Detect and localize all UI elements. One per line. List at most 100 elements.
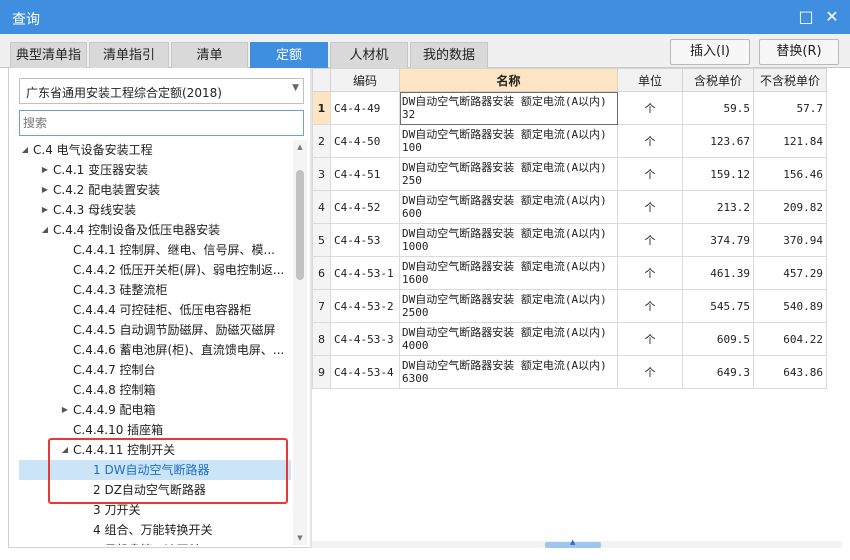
row-number[interactable]: 1 bbox=[312, 91, 331, 125]
name-cell[interactable]: DW自动空气断路器安装 额定电流(A以内) 250 bbox=[399, 157, 618, 191]
price-without-tax-cell[interactable]: 156.46 bbox=[753, 157, 827, 191]
tree-item[interactable]: C.4.4.2 低压开关柜(屏)、弱电控制返... bbox=[19, 260, 291, 280]
unit-cell[interactable]: 个 bbox=[617, 190, 683, 224]
table-row[interactable]: 8 C4-4-53-3 DW自动空气断路器安装 额定电流(A以内) 4000 个 609… bbox=[312, 322, 827, 356]
row-number[interactable]: 3 bbox=[312, 157, 331, 191]
row-number[interactable]: 7 bbox=[312, 289, 331, 323]
close-icon[interactable]: ✕ bbox=[822, 7, 842, 27]
table-row[interactable]: 3 C4-4-51 DW自动空气断路器安装 额定电流(A以内) 250 个 159.12… bbox=[312, 157, 827, 191]
scroll-down-icon[interactable]: ▼ bbox=[293, 531, 307, 545]
tab-my-data[interactable]: 我的数据 bbox=[410, 42, 488, 68]
table-row[interactable]: 1 C4-4-49 DW自动空气断路器安装 额定电流(A以内) 32 个 59.5 57.… bbox=[312, 91, 827, 125]
price-with-tax-cell[interactable]: 159.12 bbox=[682, 157, 754, 191]
tree-item[interactable]: ▶ C.4.1 变压器安装 bbox=[19, 160, 291, 180]
tab-list[interactable]: 清单 bbox=[171, 42, 248, 68]
table-row[interactable]: 5 C4-4-53 DW自动空气断路器安装 额定电流(A以内) 1000 个 374.7… bbox=[312, 223, 827, 257]
price-without-tax-cell[interactable]: 604.22 bbox=[753, 322, 827, 356]
tab-list-guide[interactable]: 清单指引 bbox=[89, 42, 169, 68]
row-number[interactable]: 5 bbox=[312, 223, 331, 257]
tree-item[interactable]: C.4.4.1 控制屏、继电、信号屏、模... bbox=[19, 240, 291, 260]
scrollbar-thumb[interactable] bbox=[296, 170, 304, 280]
code-cell[interactable]: C4-4-53-2 bbox=[330, 289, 400, 323]
tab-typical-list-guide[interactable]: 典型清单指引 bbox=[10, 42, 87, 88]
name-cell[interactable]: DW自动空气断路器安装 额定电流(A以内) 2500 bbox=[399, 289, 618, 323]
name-cell[interactable]: DW自动空气断路器安装 额定电流(A以内) 600 bbox=[399, 190, 618, 224]
tree-collapsed-icon[interactable]: ▶ bbox=[39, 160, 51, 180]
price-without-tax-cell[interactable]: 540.89 bbox=[753, 289, 827, 323]
tree-item[interactable]: C.4.4.8 控制箱 bbox=[19, 380, 291, 400]
scroll-up-icon[interactable]: ▲ bbox=[293, 140, 307, 154]
maximize-icon[interactable]: □ bbox=[796, 7, 816, 27]
price-without-tax-cell[interactable]: 643.86 bbox=[753, 355, 827, 389]
code-cell[interactable]: C4-4-49 bbox=[330, 91, 400, 125]
price-with-tax-cell[interactable]: 123.67 bbox=[682, 124, 754, 158]
name-cell[interactable]: DW自动空气断路器安装 额定电流(A以内) 32 bbox=[399, 91, 618, 125]
unit-cell[interactable]: 个 bbox=[617, 91, 683, 125]
tree-item[interactable]: C.4.4.3 硅整流柜 bbox=[19, 280, 291, 300]
replace-button[interactable]: 替换(R) bbox=[759, 39, 839, 65]
column-header-unit[interactable]: 单位 bbox=[617, 68, 683, 92]
tree-item[interactable]: ◢ C.4.4 控制设备及低压电器安装 bbox=[19, 220, 291, 240]
tree-scrollbar[interactable]: ▲ ▼ bbox=[293, 140, 307, 545]
unit-cell[interactable]: 个 bbox=[617, 256, 683, 290]
price-with-tax-cell[interactable]: 213.2 bbox=[682, 190, 754, 224]
table-row[interactable]: 9 C4-4-53-4 DW自动空气断路器安装 额定电流(A以内) 6300 个 649… bbox=[312, 355, 827, 389]
tree-expanded-icon[interactable]: ◢ bbox=[19, 140, 31, 160]
price-with-tax-cell[interactable]: 649.3 bbox=[682, 355, 754, 389]
name-cell[interactable]: DW自动空气断路器安装 额定电流(A以内) 6300 bbox=[399, 355, 618, 389]
price-with-tax-cell[interactable]: 609.5 bbox=[682, 322, 754, 356]
row-number[interactable]: 8 bbox=[312, 322, 331, 356]
search-input[interactable] bbox=[19, 110, 304, 136]
unit-cell[interactable]: 个 bbox=[617, 157, 683, 191]
price-with-tax-cell[interactable]: 461.39 bbox=[682, 256, 754, 290]
tree-item[interactable]: C.4.4.10 插座箱 bbox=[19, 420, 291, 440]
tree-expanded-icon[interactable]: ◢ bbox=[39, 220, 51, 240]
library-select[interactable]: 广东省通用安装工程综合定额(2018) ▼ bbox=[19, 78, 304, 104]
tree-item[interactable]: ▶ C.4.3 母线安装 bbox=[19, 200, 291, 220]
name-cell[interactable]: DW自动空气断路器安装 额定电流(A以内) 1000 bbox=[399, 223, 618, 257]
tree-item[interactable]: C.4.4.7 控制台 bbox=[19, 360, 291, 380]
tree-collapsed-icon[interactable]: ▶ bbox=[39, 200, 51, 220]
tree-item[interactable]: 4 组合、万能转换开关 bbox=[19, 520, 291, 540]
price-without-tax-cell[interactable]: 457.29 bbox=[753, 256, 827, 290]
tree-item[interactable]: ▶ C.4.2 配电装置安装 bbox=[19, 180, 291, 200]
tree-item[interactable]: ▶ C.4.4.9 配电箱 bbox=[19, 400, 291, 420]
code-cell[interactable]: C4-4-50 bbox=[330, 124, 400, 158]
insert-button[interactable]: 插入(I) bbox=[670, 39, 750, 65]
unit-cell[interactable]: 个 bbox=[617, 124, 683, 158]
table-row[interactable]: 4 C4-4-52 DW自动空气断路器安装 额定电流(A以内) 600 个 213.2 2… bbox=[312, 190, 827, 224]
unit-cell[interactable]: 个 bbox=[617, 223, 683, 257]
column-header-name[interactable]: 名称 bbox=[399, 68, 618, 92]
price-without-tax-cell[interactable]: 370.94 bbox=[753, 223, 827, 257]
column-header-code[interactable]: 编码 bbox=[330, 68, 400, 92]
price-without-tax-cell[interactable]: 209.82 bbox=[753, 190, 827, 224]
price-with-tax-cell[interactable]: 374.79 bbox=[682, 223, 754, 257]
column-header-price-with-tax[interactable]: 含税单价 bbox=[682, 68, 754, 92]
table-row[interactable]: 2 C4-4-50 DW自动空气断路器安装 额定电流(A以内) 100 个 123.67… bbox=[312, 124, 827, 158]
name-cell[interactable]: DW自动空气断路器安装 额定电流(A以内) 4000 bbox=[399, 322, 618, 356]
row-number[interactable]: 6 bbox=[312, 256, 331, 290]
name-cell[interactable]: DW自动空气断路器安装 额定电流(A以内) 100 bbox=[399, 124, 618, 158]
table-row[interactable]: 6 C4-4-53-1 DW自动空气断路器安装 额定电流(A以内) 1600 个 461… bbox=[312, 256, 827, 290]
table-row[interactable]: 7 C4-4-53-2 DW自动空气断路器安装 额定电流(A以内) 2500 个 545… bbox=[312, 289, 827, 323]
tree-collapsed-icon[interactable]: ▶ bbox=[39, 180, 51, 200]
tree-item[interactable]: C.4.4.5 自动调节励磁屏、励磁灭磁屏 bbox=[19, 320, 291, 340]
code-cell[interactable]: C4-4-53 bbox=[330, 223, 400, 257]
unit-cell[interactable]: 个 bbox=[617, 322, 683, 356]
unit-cell[interactable]: 个 bbox=[617, 355, 683, 389]
column-header-price-without-tax[interactable]: 不含税单价 bbox=[753, 68, 827, 92]
tab-labor-material-machine[interactable]: 人材机 bbox=[330, 42, 408, 68]
tree-collapsed-icon[interactable]: ▶ bbox=[59, 400, 71, 420]
price-with-tax-cell[interactable]: 545.75 bbox=[682, 289, 754, 323]
code-cell[interactable]: C4-4-53-4 bbox=[330, 355, 400, 389]
name-cell[interactable]: DW自动空气断路器安装 额定电流(A以内) 1600 bbox=[399, 256, 618, 290]
tab-quota[interactable]: 定额 bbox=[250, 42, 328, 68]
grid-horizontal-scrollbar[interactable]: ▲ bbox=[312, 538, 842, 548]
row-number[interactable]: 4 bbox=[312, 190, 331, 224]
row-number[interactable]: 9 bbox=[312, 355, 331, 389]
unit-cell[interactable]: 个 bbox=[617, 289, 683, 323]
code-cell[interactable]: C4-4-52 bbox=[330, 190, 400, 224]
tree-item[interactable]: ◢ C.4 电气设备安装工程 bbox=[19, 140, 291, 160]
code-cell[interactable]: C4-4-53-1 bbox=[330, 256, 400, 290]
tree-item[interactable]: C.4.4.4 可控硅柜、低压电容器柜 bbox=[19, 300, 291, 320]
